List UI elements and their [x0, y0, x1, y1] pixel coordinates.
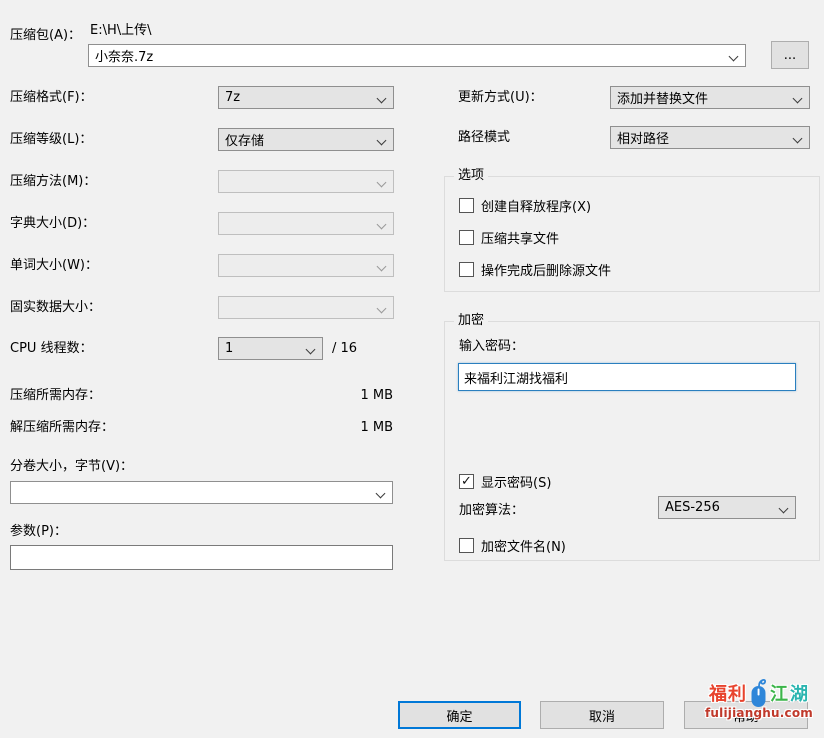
cpu-threads-label: CPU 线程数：: [10, 341, 93, 357]
create-sfx-label: 创建自释放程序(X): [481, 196, 591, 215]
chevron-down-icon: [377, 136, 387, 146]
checkbox-unchecked-icon[interactable]: [459, 538, 474, 553]
update-mode-value: 添加并替换文件: [617, 88, 708, 107]
chevron-down-icon: [377, 178, 387, 188]
encrypt-filenames-label: 加密文件名(N): [481, 536, 566, 555]
word-size-combobox: [218, 254, 394, 277]
cpu-threads-max: / 16: [332, 341, 357, 357]
memory-compress-value: 1 MB: [360, 388, 393, 403]
cpu-threads-combobox[interactable]: 1: [218, 337, 323, 360]
archive-label: 压缩包(A)：: [10, 28, 81, 44]
watermark-text-fuli: 福利: [709, 680, 747, 706]
encryption-method-label: 加密算法：: [459, 503, 524, 519]
update-mode-label: 更新方式(U)：: [458, 90, 543, 106]
chevron-down-icon: [377, 304, 387, 314]
options-groupbox: 选项 创建自释放程序(X) 压缩共享文件 操作完成后删除源文件: [444, 176, 820, 292]
watermark-text-hu: 湖: [790, 680, 809, 706]
memory-decompress-value: 1 MB: [360, 420, 393, 435]
archive-dir-path: E:\H\上传\: [90, 23, 152, 39]
method-label: 压缩方法(M)：: [10, 174, 96, 190]
solid-block-size-label: 固实数据大小：: [10, 300, 101, 316]
browse-button[interactable]: ...: [771, 41, 809, 69]
path-mode-combobox[interactable]: 相对路径: [610, 126, 810, 149]
encryption-method-value: AES-256: [665, 500, 720, 515]
watermark-url: fulijianghu.com: [694, 706, 824, 720]
word-size-label: 单词大小(W)：: [10, 258, 98, 274]
password-input[interactable]: [458, 363, 796, 391]
checkbox-checked-icon[interactable]: [459, 474, 474, 489]
memory-compress-label: 压缩所需内存：: [10, 388, 101, 404]
update-mode-combobox[interactable]: 添加并替换文件: [610, 86, 810, 109]
encrypt-filenames-checkbox-row[interactable]: 加密文件名(N): [459, 536, 566, 555]
delete-after-label: 操作完成后删除源文件: [481, 260, 611, 279]
path-mode-value: 相对路径: [617, 128, 669, 147]
path-mode-label: 路径模式: [458, 130, 510, 146]
format-label: 压缩格式(F)：: [10, 90, 93, 106]
solid-block-size-combobox: [218, 296, 394, 319]
method-combobox: [218, 170, 394, 193]
fulijianghu-watermark: 福利 江湖 fulijianghu.com: [694, 676, 824, 720]
dictionary-size-combobox: [218, 212, 394, 235]
volume-size-combobox[interactable]: [10, 481, 393, 504]
chevron-down-icon: [377, 220, 387, 230]
mouse-icon: [748, 677, 769, 709]
cpu-threads-value: 1: [225, 341, 233, 356]
show-password-label: 显示密码(S): [481, 472, 551, 491]
checkbox-unchecked-icon[interactable]: [459, 262, 474, 277]
ok-button[interactable]: 确定: [398, 701, 521, 729]
shared-files-checkbox-row[interactable]: 压缩共享文件: [459, 228, 559, 247]
encryption-method-combobox[interactable]: AES-256: [658, 496, 796, 519]
level-value: 仅存储: [225, 130, 264, 149]
create-sfx-checkbox-row[interactable]: 创建自释放程序(X): [459, 196, 591, 215]
level-combobox[interactable]: 仅存储: [218, 128, 394, 151]
watermark-text-jiang: 江: [770, 680, 789, 706]
chevron-down-icon: [306, 345, 316, 355]
volume-size-label: 分卷大小，字节(V)：: [10, 459, 133, 475]
archive-name-value: 小奈奈.7z: [95, 46, 153, 65]
format-combobox[interactable]: 7z: [218, 86, 394, 109]
encryption-groupbox: 加密 输入密码： 显示密码(S) 加密算法： AES-256 加密文件名(N): [444, 321, 820, 561]
parameters-label: 参数(P)：: [10, 524, 67, 540]
chevron-down-icon: [779, 504, 789, 514]
shared-files-label: 压缩共享文件: [481, 228, 559, 247]
parameters-input[interactable]: [10, 545, 393, 570]
chevron-down-icon: [377, 94, 387, 104]
options-group-title: 选项: [454, 168, 488, 184]
memory-decompress-label: 解压缩所需内存：: [10, 420, 114, 436]
delete-after-checkbox-row[interactable]: 操作完成后删除源文件: [459, 260, 611, 279]
chevron-down-icon: [793, 134, 803, 144]
password-label: 输入密码：: [459, 339, 524, 355]
chevron-down-icon: [377, 262, 387, 272]
chevron-down-icon: [729, 52, 739, 62]
cancel-button[interactable]: 取消: [540, 701, 664, 729]
show-password-checkbox-row[interactable]: 显示密码(S): [459, 472, 551, 491]
chevron-down-icon: [376, 489, 386, 499]
archive-name-combobox[interactable]: 小奈奈.7z: [88, 44, 746, 67]
dictionary-size-label: 字典大小(D)：: [10, 216, 95, 232]
format-value: 7z: [225, 90, 240, 105]
encryption-group-title: 加密: [454, 313, 488, 329]
checkbox-unchecked-icon[interactable]: [459, 230, 474, 245]
checkbox-unchecked-icon[interactable]: [459, 198, 474, 213]
chevron-down-icon: [793, 94, 803, 104]
level-label: 压缩等级(L)：: [10, 132, 92, 148]
